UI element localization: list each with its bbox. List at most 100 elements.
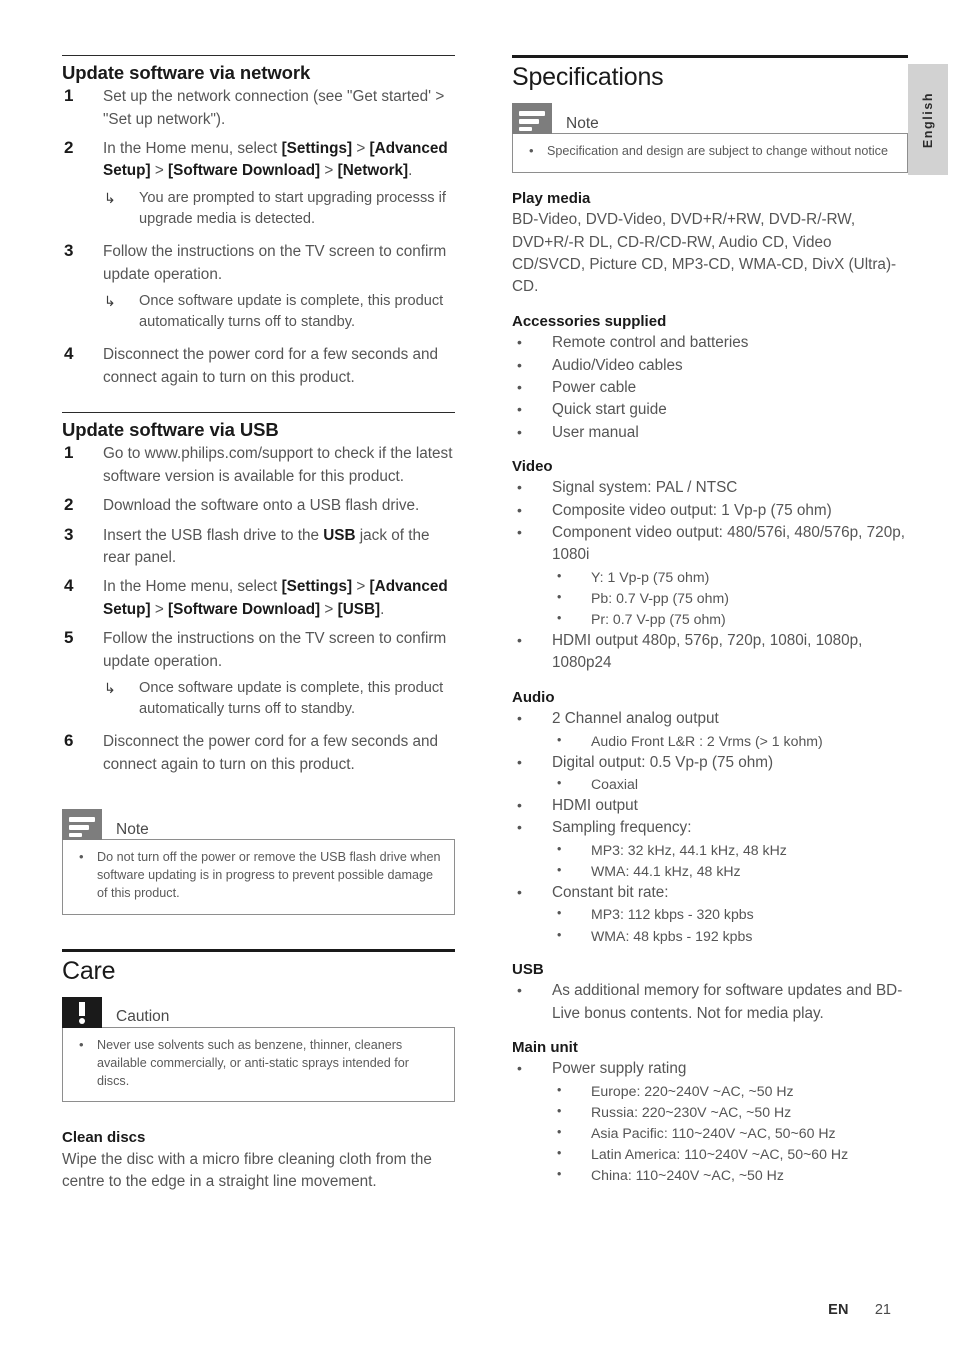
step-number: 2: [64, 495, 74, 515]
bullet-dot-icon: •: [517, 710, 522, 727]
step-text: Set up the network connection (see "Get …: [103, 88, 445, 128]
spec-sub-bullet-item: • Russia: 220~230V ~AC, ~50 Hz: [552, 1102, 908, 1123]
note-callout-header: Note: [62, 809, 455, 841]
caution-callout: Caution Never use solvents such as benze…: [62, 996, 455, 1103]
spec-sub-bullet-item: • WMA: 48 kpbs - 192 kpbs: [552, 926, 908, 947]
steps-usb: 1 Go to www.philips.com/support to check…: [62, 443, 455, 776]
spec-bullet-item: • Composite video output: 1 Vp-p (75 ohm): [512, 500, 908, 522]
spec-sub-bullet-item: • Audio Front L&R : 2 Vrms (> 1 kohm): [552, 731, 908, 752]
bullet-dot-icon: •: [517, 356, 522, 373]
steps-network: 1 Set up the network connection (see "Ge…: [62, 86, 455, 389]
spec-sub-bullet-item: • China: 110~240V ~AC, ~50 Hz: [552, 1165, 908, 1186]
spec-bullet-item: • Signal system: PAL / NTSC: [512, 477, 908, 499]
arrow-note-text: Once software update is complete, this p…: [139, 293, 444, 331]
heading-update-software-via-usb: Update software via USB: [62, 419, 279, 441]
spec-bullet-text: Constant bit rate:: [552, 884, 669, 902]
spec-bullet-text: Quick start guide: [552, 401, 667, 419]
footer-locale: EN: [828, 1302, 849, 1318]
corner-arrow-icon: ↳: [104, 680, 116, 697]
step-number: 5: [64, 628, 74, 648]
right-column: Specifications Note Specification and de…: [512, 55, 908, 1186]
spec-bullet-list: • As additional memory for software updat…: [512, 980, 908, 1025]
language-tab-label: English: [921, 91, 935, 148]
caution-callout-label: Caution: [116, 1008, 170, 1026]
spec-sub-bullet-list: • Coaxial: [552, 774, 908, 795]
spec-bullet-list: • Remote control and batteries • Audio/Vide…: [512, 332, 908, 444]
spec-sub-bullet-text: Asia Pacific: 110~240V ~AC, 50~60 Hz: [591, 1124, 836, 1141]
spec-sub-bullet-item: • Latin America: 110~240V ~AC, 50~60 Hz: [552, 1144, 908, 1165]
spec-sub-bullet-text: WMA: 44.1 kHz, 48 kHz: [591, 862, 741, 879]
spec-bullet-text: As additional memory for software update…: [552, 982, 903, 1022]
bullet-dot-icon: •: [557, 732, 562, 747]
spec-block: Main unit • Power supply rating • Europe: 22…: [512, 1038, 908, 1187]
specifications-list: Play media BD-Video, DVD-Video, DVD+R/+RW…: [512, 189, 908, 1187]
bullet-dot-icon: •: [557, 927, 562, 942]
step-arrow-note: ↳ Once software update is complete, this…: [103, 291, 455, 333]
bullet-dot-icon: •: [517, 982, 522, 999]
bullet-dot-icon: •: [557, 568, 562, 583]
spec-bullet-text: Sampling frequency:: [552, 819, 692, 837]
spec-block-title: Main unit: [512, 1038, 578, 1056]
page-footer: EN 21: [0, 1302, 954, 1318]
step-text: In the Home menu, select [Settings] > [A…: [103, 578, 448, 618]
step-number: 2: [64, 138, 74, 158]
note-icon-bar: [519, 127, 532, 131]
step-text: Follow the instructions on the TV screen…: [103, 243, 447, 283]
section-rule-major: [62, 948, 455, 952]
spec-sub-bullet-list: • Y: 1 Vp-p (75 ohm) • Pb: 0.7 V-pp (75 ohm…: [552, 567, 908, 630]
spec-bullet-text: Audio/Video cables: [552, 356, 683, 374]
note-callout-label: Note: [566, 114, 599, 132]
spec-sub-bullet-text: Russia: 220~230V ~AC, ~50 Hz: [591, 1103, 792, 1120]
spec-sub-bullet-text: Y: 1 Vp-p (75 ohm): [591, 568, 710, 585]
spec-block: Accessories supplied • Remote control and …: [512, 312, 908, 444]
note-icon-bar: [519, 111, 545, 116]
spec-sub-bullet-item: • Asia Pacific: 110~240V ~AC, 50~60 Hz: [552, 1123, 908, 1144]
spec-bullet-item: • Component video output: 480/576i, 480/5…: [512, 522, 908, 630]
spec-sub-bullet-item: • WMA: 44.1 kHz, 48 kHz: [552, 861, 908, 882]
note-icon-bar: [69, 833, 82, 838]
spec-sub-bullet-item: • Europe: 220~240V ~AC, ~50 Hz: [552, 1081, 908, 1102]
caution-list: Never use solvents such as benzene, thin…: [75, 1036, 442, 1091]
spec-sub-bullet-item: • Pr: 0.7 V-pp (75 ohm): [552, 609, 908, 630]
step-item: 2 In the Home menu, select [Settings] > …: [62, 138, 455, 230]
left-column: Update software via network 1 Set up the…: [62, 55, 455, 1194]
heading-care: Care: [62, 956, 116, 985]
spec-bullet-item: • Sampling frequency: • MP3: 32 kHz, 44.1 k…: [512, 817, 908, 882]
spec-sub-bullet-item: • MP3: 112 kbps - 320 kpbs: [552, 904, 908, 925]
footer-page-number: 21: [874, 1302, 891, 1318]
spec-sub-bullet-text: WMA: 48 kpbs - 192 kpbs: [591, 927, 753, 944]
bullet-dot-icon: •: [557, 1146, 562, 1161]
bullet-dot-icon: •: [557, 776, 562, 791]
spec-bullet-item: • Power cable: [512, 377, 908, 399]
step-text: In the Home menu, select [Settings] > [A…: [103, 140, 448, 180]
spec-sub-bullet-text: Audio Front L&R : 2 Vrms (> 1 kohm): [591, 732, 823, 749]
caution-list-item: Never use solvents such as benzene, thin…: [75, 1036, 442, 1091]
spec-bullet-text: Composite video output: 1 Vp-p (75 ohm): [552, 501, 832, 519]
note-icon-bar: [69, 817, 95, 823]
step-text: Follow the instructions on the TV screen…: [103, 630, 447, 670]
spec-block: Play media BD-Video, DVD-Video, DVD+R/+RW…: [512, 189, 908, 299]
step-number: 1: [64, 443, 74, 463]
bullet-dot-icon: •: [517, 479, 522, 496]
caution-callout-body: Never use solvents such as benzene, thin…: [62, 1026, 455, 1103]
arrow-note-text: You are prompted to start upgrading proc…: [139, 189, 446, 228]
exclamation-dot: [79, 1017, 85, 1024]
manual-page: English Update software via network 1 Se…: [0, 0, 954, 1351]
spec-bullet-item: • Audio/Video cables: [512, 355, 908, 377]
spec-sub-bullet-text: Coaxial: [591, 776, 639, 793]
corner-arrow-icon: ↳: [104, 293, 116, 310]
spec-sub-bullet-text: China: 110~240V ~AC, ~50 Hz: [591, 1167, 784, 1184]
spec-block-paragraph: BD-Video, DVD-Video, DVD+R/+RW, DVD-R/-R…: [512, 211, 897, 296]
step-item: 1 Set up the network connection (see "Ge…: [62, 86, 455, 131]
step-item: 3 Insert the USB flash drive to the USB …: [62, 525, 455, 570]
note-lines-icon: [62, 809, 102, 841]
section-rule: [62, 412, 455, 414]
spec-bullet-text: HDMI output 480p, 576p, 720p, 1080i, 108…: [552, 632, 863, 672]
spec-sub-bullet-item: • Y: 1 Vp-p (75 ohm): [552, 567, 908, 588]
spec-sub-bullet-list: • Europe: 220~240V ~AC, ~50 Hz • Russia: 22…: [552, 1081, 908, 1187]
bullet-dot-icon: •: [517, 884, 522, 901]
spec-bullet-item: • User manual: [512, 422, 908, 444]
